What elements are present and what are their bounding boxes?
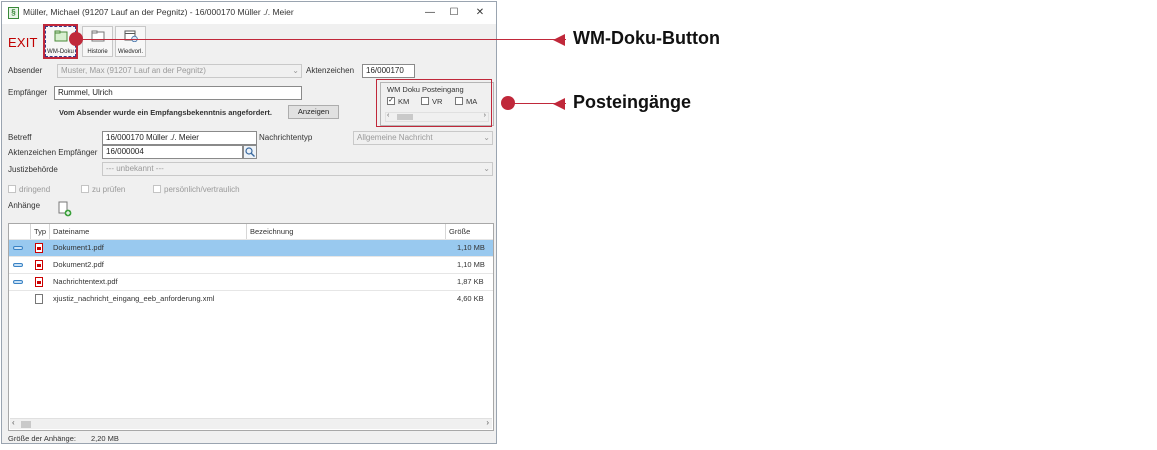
status-label: Größe der Anhänge: — [8, 434, 76, 443]
cell-groesse: 1,10 MB — [457, 243, 485, 252]
justizbehoerde-label: Justizbehörde — [8, 165, 58, 174]
wiedervorlage-label: Wiedvorl. — [117, 49, 143, 55]
vertraulich-label: persönlich/vertraulich — [164, 185, 240, 194]
wm-doku-label: WM-Doku — [47, 49, 74, 55]
cell-groesse: 4,60 KB — [457, 294, 484, 303]
wiedervorlage-button[interactable]: Wiedvorl. — [115, 26, 146, 57]
historie-button[interactable]: Historie — [82, 26, 113, 57]
app-icon: § — [8, 7, 19, 19]
absender-label: Absender — [8, 66, 43, 75]
cell-dateiname: xjustiz_nachricht_eingang_eeb_anforderun… — [53, 294, 215, 303]
table-row[interactable]: Nachrichtentext.pdf 1,87 KB — [9, 273, 493, 290]
az-empfaenger-label: Aktenzeichen Empfänger — [8, 148, 98, 157]
empfaenger-label: Empfänger — [8, 88, 48, 97]
scroll-left-icon[interactable]: ‹ — [12, 418, 15, 427]
nachrichtentyp-combo: Allgemeine Nachricht ⌄ — [353, 131, 493, 145]
folder-icon — [54, 30, 68, 42]
folder-icon — [91, 30, 105, 42]
nachrichtentyp-value: Allgemeine Nachricht — [357, 133, 433, 142]
justizbehoerde-combo: --- unbekannt --- ⌄ — [102, 162, 493, 176]
attachments-table: Typ Dateiname Bezeichnung Größe Dokument… — [8, 223, 494, 431]
nachrichtentyp-label: Nachrichtentyp — [259, 133, 313, 142]
dringend-label: dringend — [19, 185, 51, 194]
add-file-icon — [58, 201, 72, 217]
column-header-bezeichnung[interactable]: Bezeichnung — [247, 224, 446, 239]
search-button[interactable] — [243, 145, 257, 159]
pdf-icon — [35, 277, 43, 287]
minimize-button[interactable]: — — [420, 5, 440, 21]
callout-dot-wm-doku — [69, 32, 83, 46]
pdf-icon — [35, 243, 43, 253]
table-row[interactable]: xjustiz_nachricht_eingang_eeb_anforderun… — [9, 290, 493, 307]
vertraulich-checkbox — [153, 185, 161, 193]
cell-dateiname: Dokument2.pdf — [53, 260, 104, 269]
table-row[interactable]: Dokument1.pdf 1,10 MB — [9, 239, 493, 256]
absender-value: Muster, Max (91207 Lauf an der Pegnitz) — [61, 66, 206, 75]
empfaenger-field[interactable]: Rummel, Ulrich — [54, 86, 302, 100]
anzeigen-button[interactable]: Anzeigen — [288, 105, 339, 119]
callout-dot-posteingang — [501, 96, 515, 110]
application-window: § Müller, Michael (91207 Lauf an der Peg… — [1, 1, 497, 444]
flag-icon — [13, 246, 23, 250]
callout-arrow-wm-doku — [553, 34, 565, 46]
table-row[interactable]: Dokument2.pdf 1,10 MB — [9, 256, 493, 273]
window-title: Müller, Michael (91207 Lauf an der Pegni… — [23, 7, 294, 17]
aktenzeichen-label: Aktenzeichen — [306, 66, 355, 75]
column-header-groesse[interactable]: Größe — [446, 224, 493, 239]
column-header-typ[interactable]: Typ — [31, 224, 50, 239]
betreff-field[interactable]: 16/000170 Müller ./. Meier — [102, 131, 257, 145]
search-icon — [245, 147, 255, 157]
cell-groesse: 1,87 KB — [457, 277, 484, 286]
betreff-label: Betreff — [8, 133, 32, 142]
calendar-clock-icon — [124, 30, 138, 42]
table-horizontal-scrollbar[interactable]: ‹ › — [10, 418, 492, 429]
cell-dateiname: Dokument1.pdf — [53, 243, 104, 252]
cell-dateiname: Nachrichtentext.pdf — [53, 277, 118, 286]
flag-icon — [13, 280, 23, 284]
justizbehoerde-value: --- unbekannt --- — [106, 164, 164, 173]
pdf-icon — [35, 260, 43, 270]
column-header-dateiname[interactable]: Dateiname — [50, 224, 247, 239]
exit-button[interactable]: EXIT — [8, 35, 38, 50]
flag-icon — [13, 263, 23, 267]
add-attachment-button[interactable] — [58, 201, 72, 217]
status-value: 2,20 MB — [91, 434, 119, 443]
anhaenge-label: Anhänge — [8, 201, 41, 210]
zu-pruefen-checkbox — [81, 185, 89, 193]
chevron-down-icon: ⌄ — [483, 164, 490, 173]
zu-pruefen-label: zu prüfen — [92, 185, 126, 194]
cell-groesse: 1,10 MB — [457, 260, 485, 269]
callout-line-wm-doku — [76, 39, 566, 40]
historie-label: Historie — [87, 49, 108, 55]
az-empfaenger-field[interactable]: 16/000004 — [102, 145, 243, 159]
dringend-checkbox — [8, 185, 16, 193]
absender-combo: Muster, Max (91207 Lauf an der Pegnitz) … — [57, 64, 302, 78]
scrollbar-thumb[interactable] — [21, 421, 31, 428]
chevron-down-icon: ⌄ — [292, 66, 299, 75]
callout-posteingaenge: Posteingänge — [573, 92, 692, 112]
file-icon — [35, 294, 43, 304]
scroll-right-icon[interactable]: › — [486, 418, 489, 427]
empfangsbekenntnis-text: Vom Absender wurde ein Empfangsbekenntni… — [59, 108, 272, 117]
chevron-down-icon: ⌄ — [483, 133, 490, 142]
callout-wm-doku-button: WM-Doku-Button — [573, 28, 720, 48]
callout-arrow-posteingang — [553, 98, 565, 110]
column-header-flag[interactable] — [9, 224, 31, 239]
callout-box-posteingang — [376, 79, 492, 127]
aktenzeichen-field[interactable]: 16/000170 — [362, 64, 415, 78]
title-bar: § Müller, Michael (91207 Lauf an der Peg… — [2, 2, 496, 24]
close-button[interactable]: ✕ — [470, 5, 490, 21]
maximize-button[interactable]: ☐ — [444, 5, 464, 21]
